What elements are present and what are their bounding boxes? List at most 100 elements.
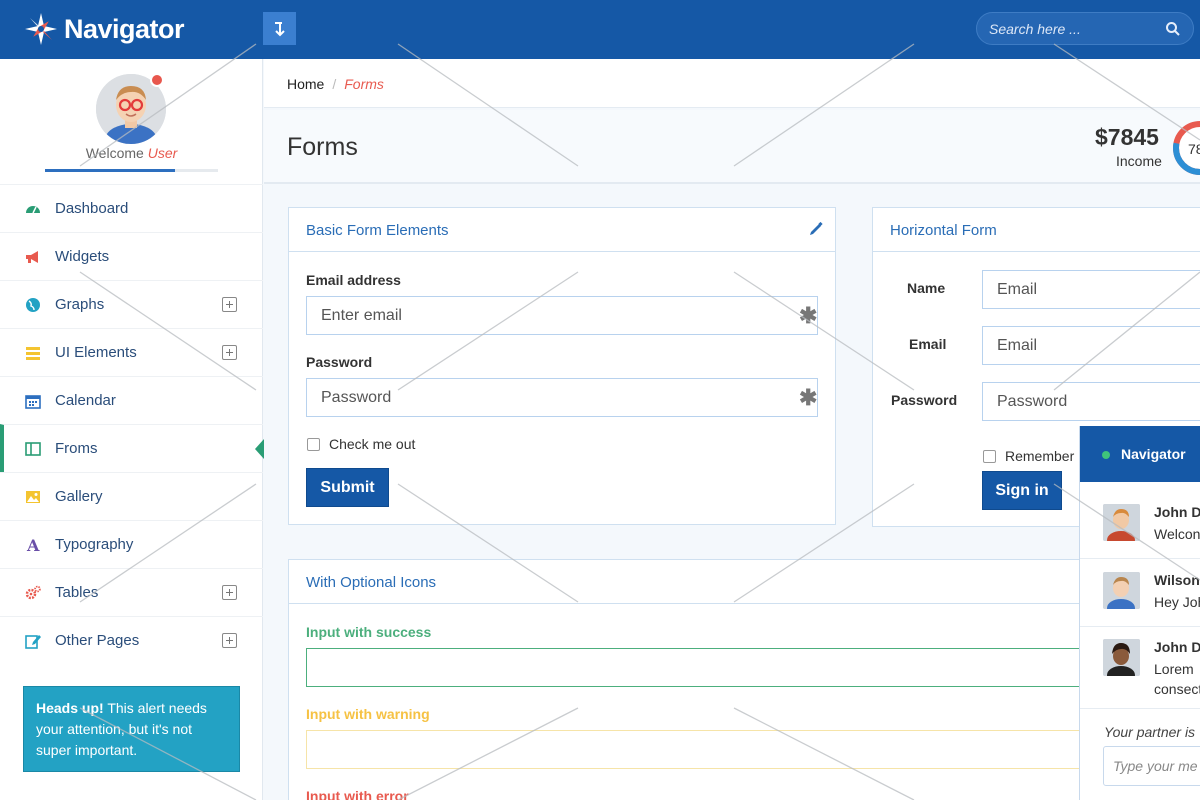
breadcrumb-home[interactable]: Home — [287, 76, 324, 92]
check-me-out-label: Check me out — [329, 436, 416, 452]
income-percent: 78 — [1188, 141, 1200, 157]
chat-message[interactable]: John D Welcon — [1080, 492, 1200, 559]
sidebar-item-label: Widgets — [55, 248, 110, 265]
email-label: Email address — [306, 272, 401, 288]
password-label: Password — [891, 392, 958, 408]
title-bar: Forms $7845 Income 78 — [264, 110, 1200, 184]
sidebar-item-dashboard[interactable]: Dashboard — [0, 184, 263, 232]
remember-label: Remember — [1005, 448, 1075, 464]
breadcrumb-bar: Home / Forms — [264, 59, 1200, 108]
sidebar-item-calendar[interactable]: Calendar — [0, 376, 263, 424]
sidebar-item-typography[interactable]: A Typography — [0, 520, 263, 568]
expand-icon[interactable] — [222, 297, 237, 312]
sidebar-item-other-pages[interactable]: Other Pages — [0, 616, 263, 664]
search-icon[interactable] — [1165, 21, 1181, 37]
breadcrumb-separator: / — [332, 76, 337, 92]
email-field[interactable] — [982, 326, 1200, 365]
online-status-dot — [1102, 451, 1110, 459]
chat-sender: John D — [1154, 639, 1200, 655]
sidebar-item-graphs[interactable]: Graphs — [0, 280, 263, 328]
expand-icon[interactable] — [222, 585, 237, 600]
breadcrumb: Home / Forms — [287, 76, 384, 92]
brand-logo[interactable]: Navigator — [24, 12, 185, 46]
panel-header: With Optional Icons — [289, 560, 1200, 604]
income-amount: $7845 — [1095, 124, 1159, 150]
expand-icon[interactable] — [222, 345, 237, 360]
brand-name: Navigator — [64, 13, 185, 44]
sidebar-item-label: Dashboard — [55, 200, 129, 217]
password-field[interactable] — [982, 382, 1200, 421]
edit-icon — [25, 635, 41, 649]
chat-text: consect — [1154, 681, 1200, 697]
sidebar-item-tables[interactable]: Tables — [0, 568, 263, 616]
required-asterisk: ✱ — [799, 385, 818, 410]
input-success-label: Input with success — [306, 624, 432, 640]
required-asterisk: ✱ — [799, 303, 818, 328]
remember-checkbox[interactable] — [983, 450, 996, 463]
chat-title: Navigator — [1121, 446, 1186, 462]
panel-title: Basic Form Elements — [306, 222, 449, 239]
chat-panel: Navigator John D Welcon Wilson Hey Joh J… — [1079, 426, 1200, 800]
basic-form-panel: Basic Form Elements Email address ✱ Pass… — [288, 207, 836, 525]
menu-toggle-button[interactable] — [263, 12, 296, 45]
chat-text: Hey Joh — [1154, 594, 1200, 610]
welcome-text: Welcome User — [0, 145, 263, 161]
income-donut-chart: 78 — [1173, 121, 1200, 175]
success-input[interactable] — [306, 648, 1200, 687]
chat-message-input[interactable] — [1103, 746, 1200, 786]
svg-text:A: A — [26, 537, 40, 553]
active-indicator — [255, 439, 264, 459]
email-field[interactable] — [306, 296, 818, 335]
chat-text: Lorem — [1154, 661, 1194, 677]
megaphone-icon — [26, 251, 38, 263]
columns-icon — [25, 442, 41, 456]
calendar-icon — [25, 395, 41, 409]
sign-in-button[interactable]: Sign in — [982, 471, 1062, 510]
image-icon — [26, 491, 40, 503]
sidebar-item-label: Graphs — [55, 296, 105, 313]
chat-sender: Wilson — [1154, 572, 1200, 588]
optional-icons-panel: With Optional Icons Input with success I… — [288, 559, 1200, 800]
page-title: Forms — [287, 133, 358, 161]
sidebar-item-label: Gallery — [55, 488, 103, 505]
dashboard-icon — [26, 206, 40, 214]
welcome-username[interactable]: User — [148, 145, 178, 161]
avatar — [1103, 639, 1140, 676]
profile-section: Welcome User — [0, 59, 262, 184]
sidebar-item-label: UI Elements — [55, 344, 137, 361]
search-input[interactable] — [989, 13, 1159, 44]
email-label: Email — [909, 336, 947, 352]
warning-input[interactable] — [306, 730, 1200, 769]
name-field[interactable] — [982, 270, 1200, 309]
chat-message[interactable]: John D Lorem consect — [1080, 627, 1200, 709]
gears-icon — [25, 585, 41, 600]
check-me-out-checkbox[interactable] — [307, 438, 320, 451]
panel-header: Horizontal Form — [873, 208, 1200, 252]
input-warning-label: Input with warning — [306, 706, 430, 722]
info-alert: Heads up! This alert needs your attentio… — [23, 686, 240, 772]
welcome-label: Welcome — [85, 145, 144, 161]
panel-title: Horizontal Form — [890, 222, 997, 239]
layers-icon — [26, 347, 40, 360]
sidebar-item-label: Calendar — [55, 392, 116, 409]
sidebar-item-widgets[interactable]: Widgets — [0, 232, 263, 280]
profile-progress-fill — [45, 169, 175, 172]
expand-icon[interactable] — [222, 633, 237, 648]
chat-text: Welcon — [1154, 526, 1200, 542]
avatar — [1103, 572, 1140, 609]
password-label: Password — [306, 354, 373, 370]
sidebar-item-gallery[interactable]: Gallery — [0, 472, 263, 520]
avatar — [1103, 504, 1140, 541]
password-field[interactable] — [306, 378, 818, 417]
compass-icon — [24, 12, 58, 46]
chat-message[interactable]: Wilson Hey Joh — [1080, 560, 1200, 627]
submit-button[interactable]: Submit — [306, 468, 389, 507]
sidebar-item-ui-elements[interactable]: UI Elements — [0, 328, 263, 376]
panel-title: With Optional Icons — [306, 574, 437, 591]
online-status-dot — [150, 73, 164, 87]
sidebar: Welcome User Dashboard Widgets Graphs UI… — [0, 59, 264, 800]
panel-header: Basic Form Elements — [289, 208, 835, 252]
sidebar-item-froms[interactable]: Froms — [0, 424, 264, 472]
pencil-icon[interactable] — [809, 222, 823, 236]
chat-header: Navigator — [1080, 426, 1200, 482]
